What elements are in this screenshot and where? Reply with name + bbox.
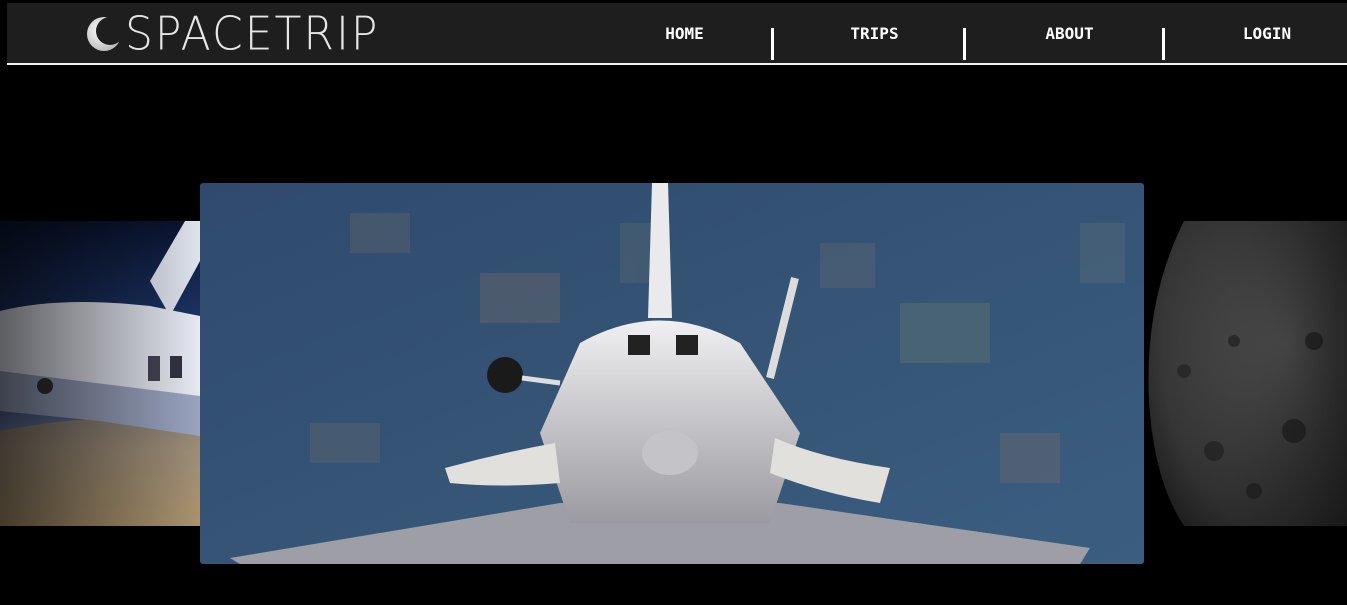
carousel-slide-previous[interactable] (0, 221, 200, 526)
shuttle-rear-image (200, 183, 1144, 564)
nav-divider (771, 28, 774, 60)
shuttle-side-image (0, 221, 200, 526)
carousel-slide-active[interactable] (200, 183, 1144, 564)
moon-logo-icon (85, 15, 124, 53)
nav-about[interactable]: ABOUT (1012, 3, 1127, 63)
carousel-slide-next[interactable] (1144, 221, 1347, 526)
moon-surface-image (1144, 221, 1347, 526)
main-nav: HOME TRIPS ABOUT LOGIN (607, 3, 1347, 63)
nav-divider (963, 28, 966, 60)
brand-name: SPACETRIP (125, 7, 380, 61)
nav-login[interactable]: LOGIN (1207, 3, 1327, 63)
site-header: SPACETRIP HOME TRIPS ABOUT LOGIN (7, 3, 1347, 65)
site-logo[interactable]: SPACETRIP (85, 7, 380, 61)
nav-trips[interactable]: TRIPS (817, 3, 932, 63)
nav-home[interactable]: HOME (627, 3, 742, 63)
nav-divider (1162, 28, 1165, 60)
